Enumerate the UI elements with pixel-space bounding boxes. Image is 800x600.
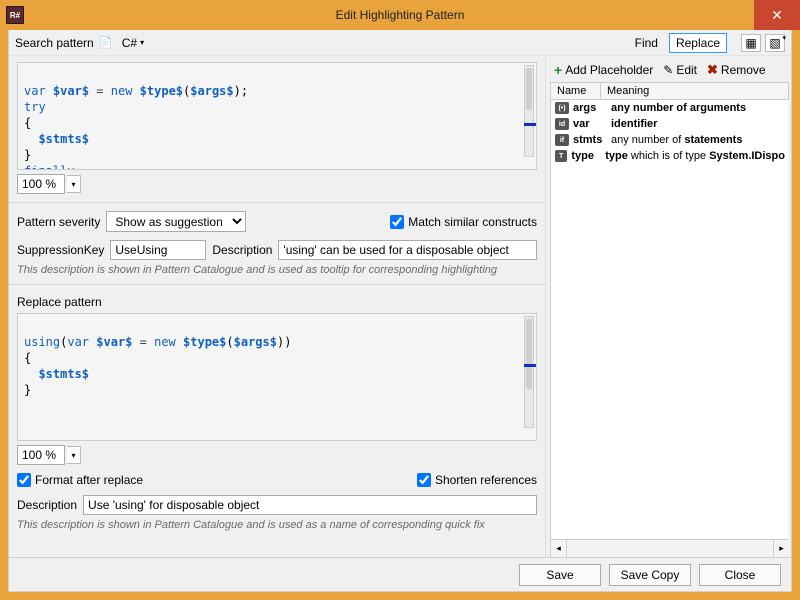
table-row[interactable]: Ttype type which is of type System.IDispo: [551, 148, 789, 164]
table-row[interactable]: (•) args any number of arguments: [551, 100, 789, 116]
chevron-down-icon[interactable]: ▾: [67, 175, 81, 193]
window-title: Edit Highlighting Pattern: [0, 8, 800, 22]
replace-description-hint: This description is shown in Pattern Cat…: [17, 519, 537, 531]
col-meaning[interactable]: Meaning: [601, 83, 789, 99]
format-after-replace-checkbox[interactable]: Format after replace: [17, 473, 143, 487]
replace-description-label: Description: [17, 498, 77, 512]
table-row[interactable]: ifstmts any number of statements: [551, 132, 789, 148]
replace-pattern-label: Replace pattern: [17, 293, 537, 309]
chevron-down-icon[interactable]: ▾: [67, 446, 81, 464]
placeholder-meaning: type which is of type System.IDispo: [605, 150, 785, 162]
scroll-left-icon[interactable]: ◂: [551, 540, 567, 557]
placeholder-meaning: identifier: [611, 118, 657, 130]
replace-scrollbar[interactable]: [524, 316, 534, 428]
dialog-footer: Save Save Copy Close: [9, 557, 791, 591]
save-button[interactable]: Save: [519, 564, 601, 586]
save-copy-button[interactable]: Save Copy: [609, 564, 691, 586]
add-placeholder-button[interactable]: +Add Placeholder: [554, 62, 653, 78]
placeholder-type-icon: id: [555, 118, 569, 130]
placeholder-type-icon: if: [555, 134, 569, 146]
scroll-right-icon[interactable]: ▸: [773, 540, 789, 557]
replace-code: using(var $var$ = new $type$($args$)) { …: [24, 335, 291, 397]
replace-zoom-input[interactable]: [17, 445, 65, 465]
search-zoom-input[interactable]: [17, 174, 65, 194]
search-description-input[interactable]: [278, 240, 537, 260]
edit-placeholder-button[interactable]: ✎Edit: [663, 63, 697, 77]
tool-icon-2[interactable]: ▧▾: [765, 34, 785, 52]
placeholder-hscroll[interactable]: ◂ ▸: [551, 539, 789, 557]
replace-pattern-editor[interactable]: using(var $var$ = new $type$($args$)) { …: [17, 313, 537, 441]
search-pattern-label: Search pattern: [15, 36, 94, 50]
severity-select[interactable]: Show as suggestion: [106, 211, 246, 232]
match-similar-checkbox[interactable]: Match similar constructs: [390, 215, 537, 229]
shorten-references-checkbox[interactable]: Shorten references: [417, 473, 537, 487]
table-row[interactable]: idvar identifier: [551, 116, 789, 132]
tool-icon-1[interactable]: ▦: [741, 34, 761, 52]
col-name[interactable]: Name: [551, 83, 601, 99]
language-value: C#: [122, 36, 137, 50]
pencil-icon: ✎: [663, 63, 673, 77]
placeholder-name: args: [573, 102, 607, 114]
window-close-button[interactable]: ✕: [754, 0, 800, 30]
search-pattern-editor[interactable]: var $var$ = new $type$($args$); try { $s…: [17, 62, 537, 170]
placeholder-meaning: any number of arguments: [611, 102, 746, 114]
severity-label: Pattern severity: [17, 215, 100, 229]
search-code: var $var$ = new $type$($args$); try { $s…: [24, 84, 248, 170]
top-toolbar: Search pattern 📄 C# ▾ Find Replace ▦ ▧▾: [9, 30, 791, 56]
placeholder-table-header: Name Meaning: [551, 83, 789, 100]
titlebar: R# Edit Highlighting Pattern ✕: [0, 0, 800, 30]
placeholder-toolbar: +Add Placeholder ✎Edit ✖Remove: [550, 60, 789, 82]
placeholder-name: var: [573, 118, 607, 130]
placeholder-name: type: [571, 150, 601, 162]
placeholder-table: Name Meaning (•) args any number of argume…: [550, 82, 789, 557]
placeholder-type-icon: T: [555, 150, 567, 162]
replace-tab[interactable]: Replace: [669, 33, 727, 53]
placeholder-type-icon: (•): [555, 102, 569, 114]
suppression-key-label: SuppressionKey: [17, 243, 104, 257]
close-button[interactable]: Close: [699, 564, 781, 586]
search-description-hint: This description is shown in Pattern Cat…: [17, 264, 537, 276]
new-file-icon[interactable]: 📄: [98, 35, 114, 51]
placeholder-meaning: any number of statements: [611, 134, 742, 146]
delete-icon: ✖: [707, 62, 718, 78]
remove-placeholder-button[interactable]: ✖Remove: [707, 62, 766, 78]
placeholder-name: stmts: [573, 134, 607, 146]
suppression-key-input[interactable]: [110, 240, 206, 260]
chevron-down-icon: ▾: [140, 38, 144, 47]
search-scrollbar[interactable]: [524, 65, 534, 157]
replace-zoom[interactable]: ▾: [17, 445, 537, 465]
find-tab[interactable]: Find: [628, 33, 665, 53]
language-dropdown[interactable]: C# ▾: [118, 34, 148, 52]
search-description-label: Description: [212, 243, 272, 257]
replace-description-input[interactable]: [83, 495, 537, 515]
search-zoom[interactable]: ▾: [17, 174, 537, 194]
plus-icon: +: [554, 62, 562, 78]
